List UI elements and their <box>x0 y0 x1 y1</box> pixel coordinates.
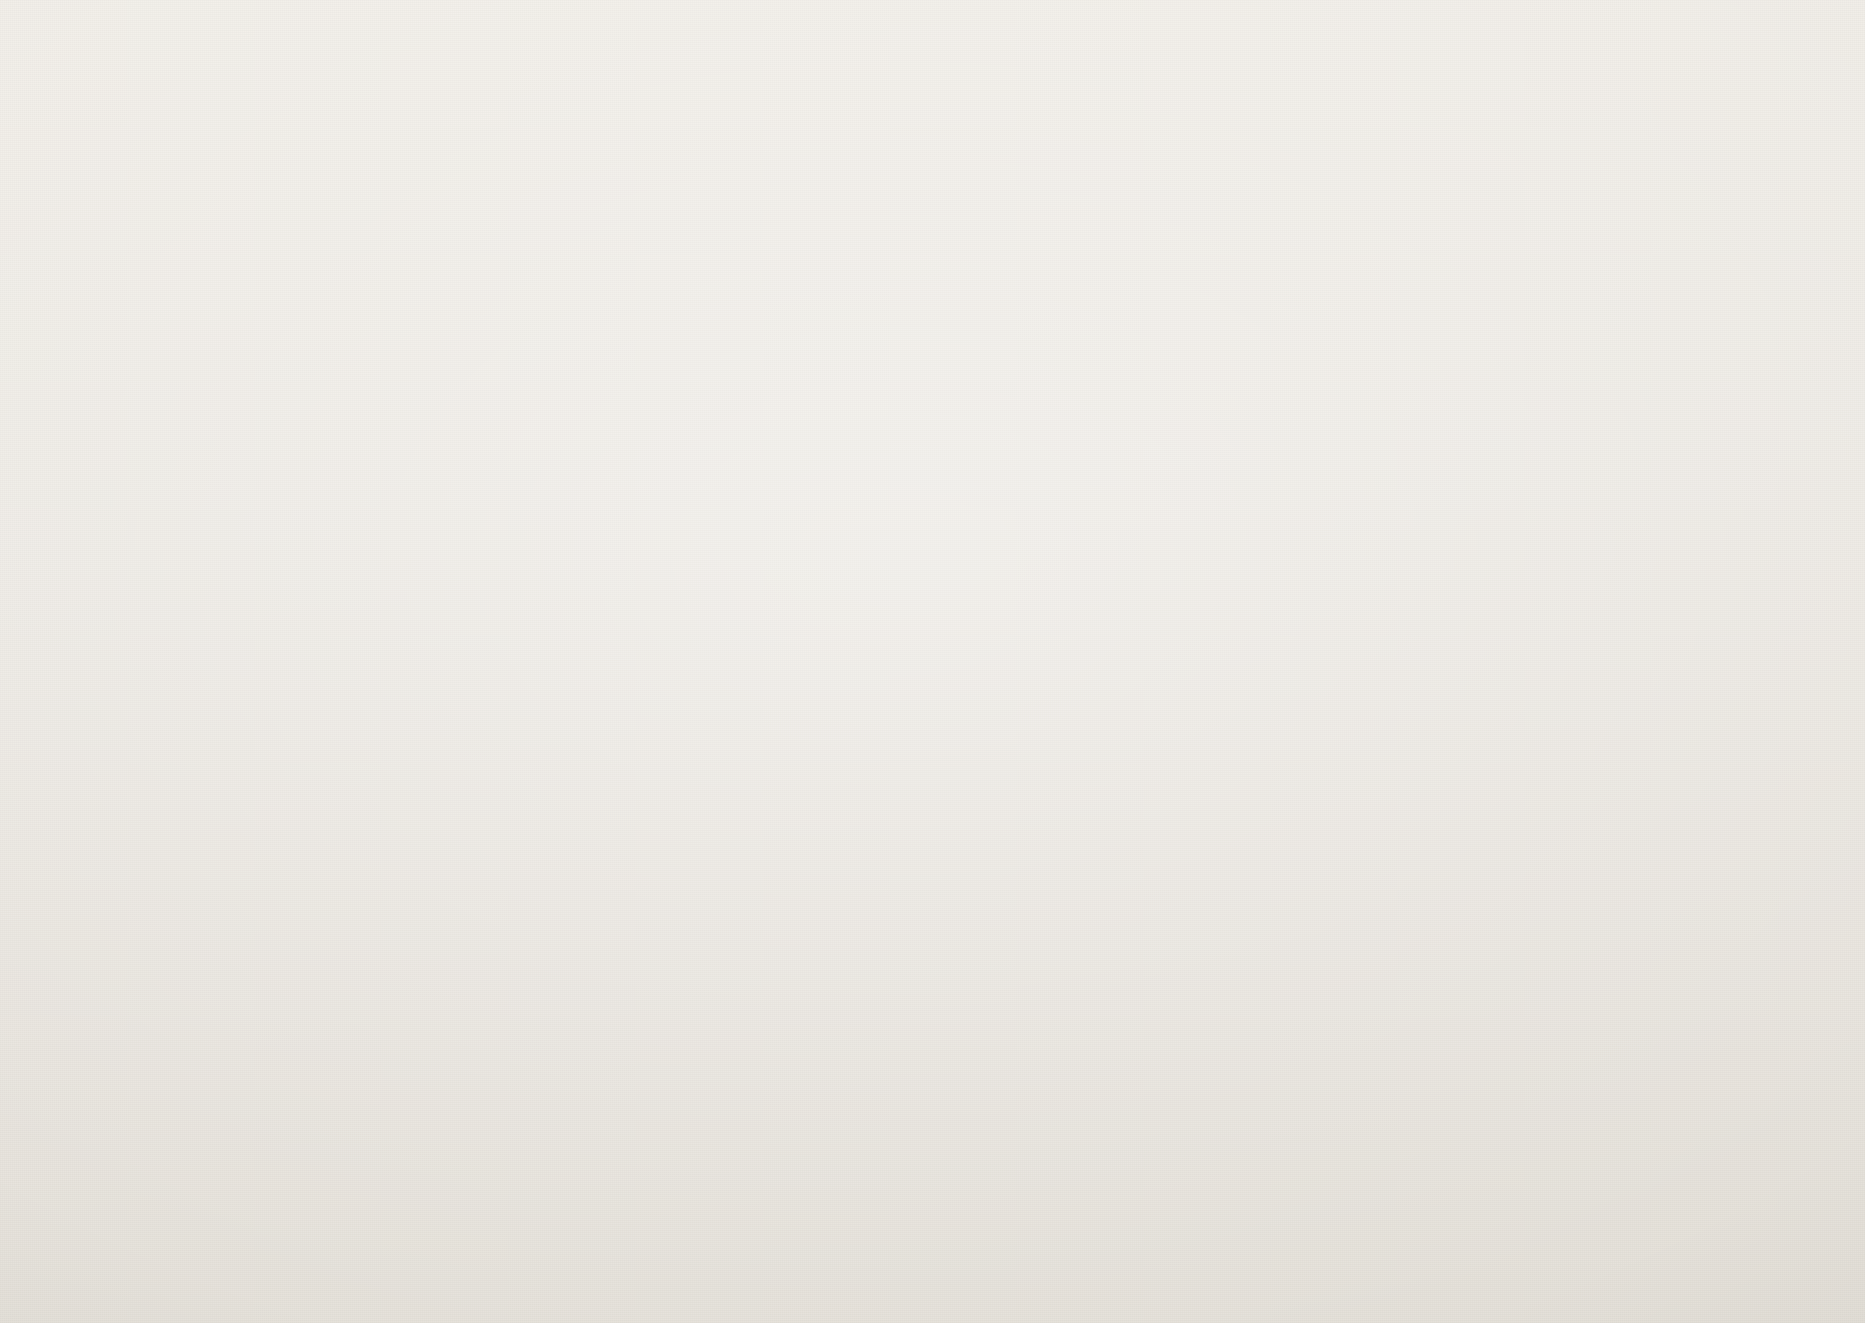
answer-dropdown-2-value: [ Choose ] <box>716 731 859 766</box>
answer-dropdown-1-value: [ Choose ] <box>714 539 857 574</box>
page-title: Question 6 <box>187 43 401 89</box>
answer-dropdown-3[interactable]: [ Choose ] <box>690 973 1218 1049</box>
answer-statement-text: We turned on the UV light and let the pl… <box>166 827 693 911</box>
chevron-up-down-icon <box>1170 540 1192 574</box>
answer-statement-text: We turned on the UV light and let the ex… <box>162 999 769 1131</box>
chevron-up-down-icon <box>1172 732 1194 766</box>
answer-statement-text: We divided one NA plate in half and swab… <box>176 437 686 569</box>
prompt-text-part-2: and <box>331 229 411 268</box>
question-card: Question 6 1 pts Which of the following … <box>148 22 1785 1265</box>
answer-dropdown-4[interactable]: [ Choose ] <box>689 1141 1217 1217</box>
answer-dropdown-1[interactable]: [ Choose ] <box>691 519 1219 595</box>
flag-tag-icon <box>76 38 124 90</box>
chevron-up-down-icon <box>1169 994 1191 1028</box>
species-name-e-coli: E. coli <box>227 229 332 268</box>
answer-dropdown-2[interactable]: [ Choose ] <box>693 711 1221 787</box>
chevron-up-down-icon <box>1168 1162 1190 1196</box>
question-header: Question 6 1 pts <box>149 23 1784 111</box>
answer-dropdown-3-value: [ Choose ] <box>713 993 856 1028</box>
answer-dropdown-4-value: [ Choose ] <box>712 1161 855 1196</box>
species-name-b-subtilis: B. subtilis <box>410 229 579 268</box>
row-divider <box>196 814 1761 815</box>
question-points-badge: 1 pts <box>1654 45 1746 88</box>
question-prompt: Which of the following choices is the me… <box>179 171 1709 275</box>
prompt-text-part-3: in the lab? <box>578 229 751 268</box>
row-divider <box>196 381 1761 382</box>
